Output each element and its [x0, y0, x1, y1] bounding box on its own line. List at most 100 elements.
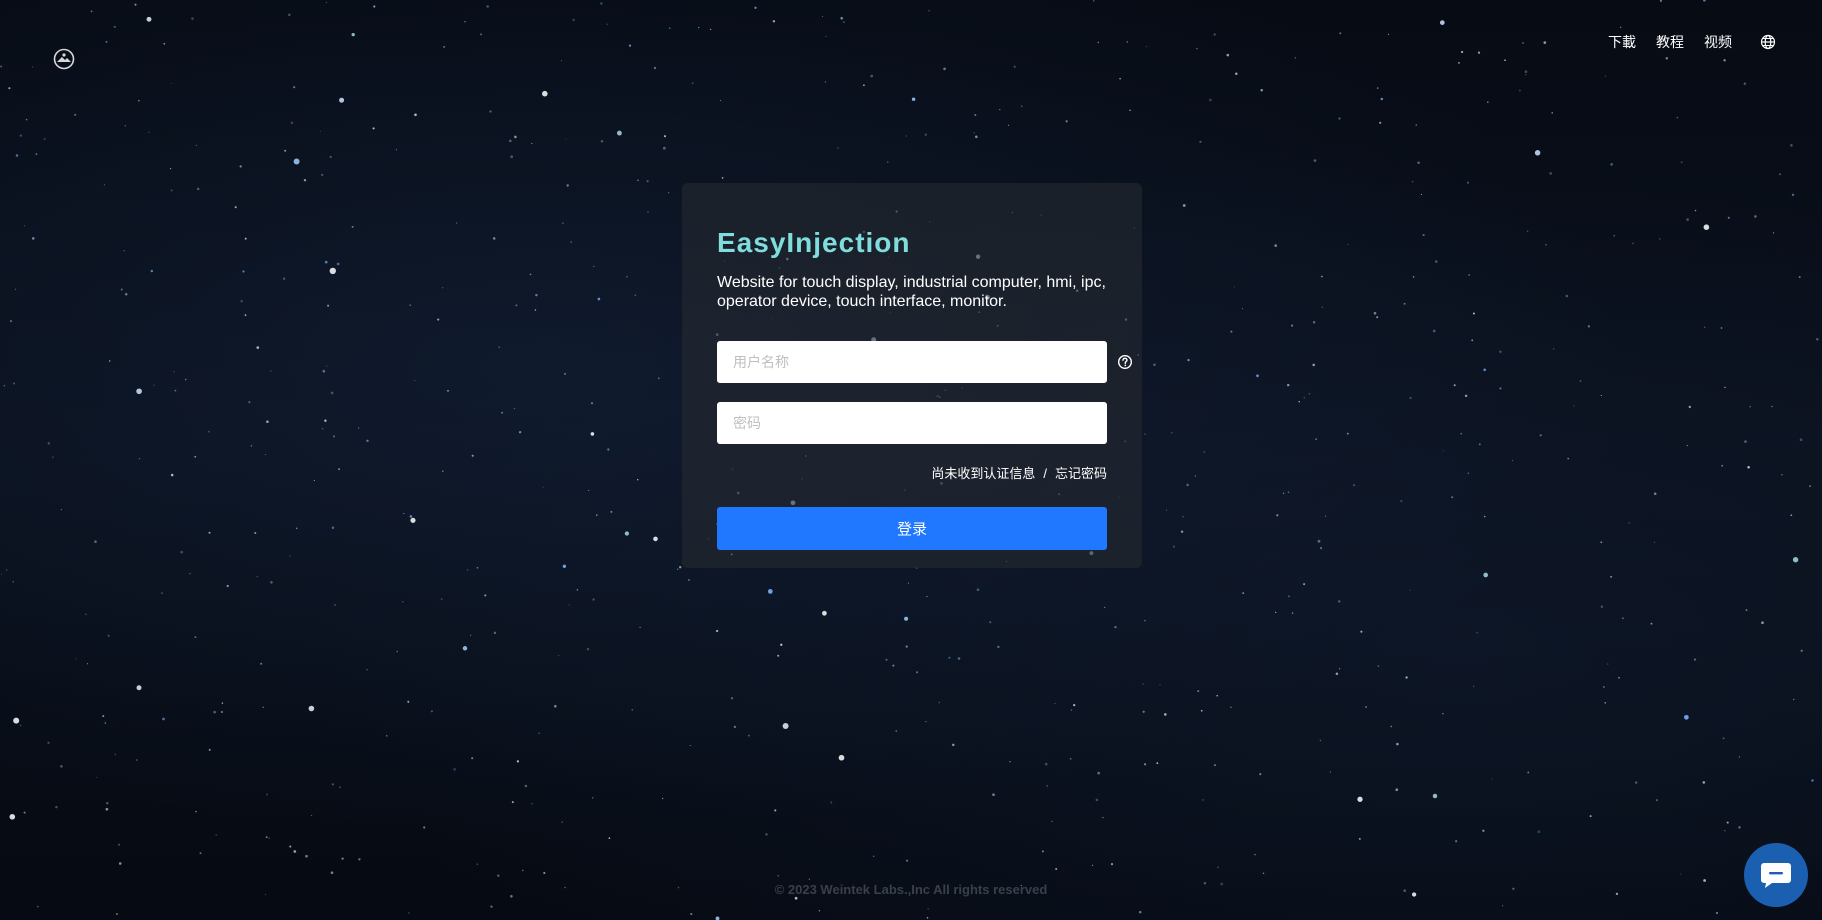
- resend-verification-link[interactable]: 尚未收到认证信息: [931, 466, 1035, 481]
- star: [19, 134, 22, 137]
- star: [870, 74, 874, 78]
- star: [634, 294, 637, 297]
- forgot-password-link[interactable]: 忘记密码: [1055, 466, 1107, 481]
- star: [924, 133, 927, 136]
- star: [264, 453, 266, 456]
- star: [1521, 41, 1525, 45]
- star: [600, 140, 604, 143]
- star: [989, 621, 992, 624]
- star: [1197, 690, 1200, 693]
- star: [270, 370, 272, 372]
- star: [1337, 600, 1341, 603]
- star: [430, 710, 433, 713]
- star: [821, 15, 824, 18]
- star: [1200, 709, 1203, 712]
- star: [6, 569, 8, 571]
- star: [108, 360, 111, 362]
- star: [1256, 374, 1259, 378]
- star: [1156, 762, 1159, 764]
- star: [1044, 762, 1048, 766]
- star: [1287, 491, 1290, 493]
- star: [13, 382, 16, 385]
- star: [1055, 867, 1058, 871]
- star: [1233, 286, 1235, 288]
- star: [943, 67, 946, 71]
- star: [1600, 541, 1603, 544]
- star: [522, 869, 524, 872]
- star: [639, 626, 641, 629]
- star: [514, 135, 517, 139]
- star: [1312, 320, 1316, 324]
- login-button[interactable]: 登录: [717, 507, 1107, 550]
- copyright-footer: © 2023 Weintek Labs.,Inc All rights rese…: [774, 882, 1048, 897]
- star: [215, 834, 218, 836]
- globe-icon[interactable]: [1760, 34, 1776, 50]
- star: [1622, 617, 1624, 620]
- star: [842, 21, 845, 24]
- star: [484, 594, 487, 597]
- app-logo-icon[interactable]: [53, 48, 75, 70]
- star: [1703, 224, 1710, 231]
- star: [1357, 796, 1363, 802]
- star: [402, 601, 404, 603]
- username-input[interactable]: [717, 341, 1107, 383]
- star: [1809, 485, 1812, 488]
- star: [1458, 61, 1460, 64]
- nav-tutorial-link[interactable]: 教程: [1656, 32, 1684, 52]
- star: [1738, 756, 1740, 758]
- star: [1129, 109, 1131, 112]
- star: [1432, 793, 1438, 799]
- star: [105, 40, 108, 43]
- login-card: EasyInjection Website for touch display,…: [682, 183, 1142, 568]
- password-input[interactable]: [717, 402, 1107, 444]
- star: [366, 669, 368, 671]
- star: [1610, 575, 1613, 578]
- star: [1054, 702, 1056, 705]
- star: [1472, 312, 1475, 315]
- star: [837, 147, 839, 150]
- star: [408, 912, 410, 914]
- star: [885, 658, 888, 661]
- question-circle-icon[interactable]: [1117, 354, 1133, 370]
- star: [646, 180, 649, 183]
- star: [691, 82, 694, 85]
- star: [1527, 771, 1530, 774]
- star: [325, 1, 327, 3]
- star: [1727, 216, 1730, 219]
- star: [1365, 706, 1368, 708]
- star: [234, 206, 237, 209]
- star: [661, 797, 664, 800]
- star: [974, 113, 977, 117]
- star: [1628, 522, 1630, 524]
- star: [1688, 405, 1692, 409]
- star: [248, 401, 251, 404]
- chat-widget-button[interactable]: [1744, 843, 1808, 907]
- star: [510, 155, 514, 159]
- star: [1543, 41, 1547, 44]
- star: [1065, 120, 1068, 123]
- star: [3, 384, 6, 387]
- star: [1744, 440, 1747, 443]
- star: [331, 526, 335, 529]
- star: [197, 187, 200, 191]
- star: [498, 346, 501, 349]
- star: [608, 837, 611, 839]
- star: [516, 760, 520, 763]
- star: [1483, 515, 1486, 518]
- star: [94, 540, 97, 543]
- star: [117, 843, 121, 846]
- star: [676, 568, 679, 571]
- star: [501, 411, 504, 414]
- star: [1676, 116, 1679, 119]
- star: [1659, 238, 1661, 240]
- star: [396, 650, 399, 653]
- star: [194, 455, 197, 458]
- star: [887, 161, 889, 163]
- nav-download-link[interactable]: 下載: [1608, 32, 1636, 52]
- star: [455, 222, 458, 224]
- star: [576, 589, 579, 591]
- star: [892, 664, 895, 667]
- nav-video-link[interactable]: 视频: [1704, 32, 1732, 52]
- star: [1007, 124, 1009, 126]
- star: [115, 913, 118, 916]
